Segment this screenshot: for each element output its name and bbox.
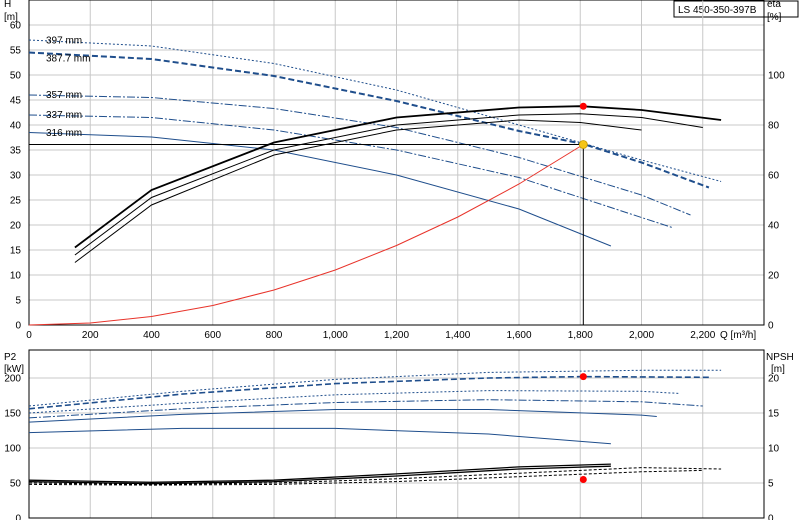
- head-ticks: 0 200 400 600 800 1,000 1,200 1,400 1,600 1,800 2,…: [10, 21, 785, 342]
- npsh-tick-label: 10: [768, 444, 780, 455]
- head-grid: [28, 0, 764, 326]
- eta-tick-label: 0: [768, 321, 774, 332]
- power-axis-unit: [kW]: [4, 364, 24, 375]
- power-tick-label: 200: [4, 374, 21, 385]
- head-panel: 397 mm387.7 mm357 mm337 mm316 mm 0 200 400…: [4, 0, 785, 341]
- impeller-label: 387.7 mm: [46, 54, 90, 65]
- pump-performance-chart: LS 450-350-397B 397 mm 387.7 mm 357 mm 337 …: [4, 0, 799, 520]
- efficiency-point-marker: [579, 102, 587, 110]
- npsh-axis-label: NPSH: [766, 352, 794, 363]
- head-axis-label: H: [4, 0, 11, 10]
- eta-tick-label: 40: [768, 221, 780, 232]
- power-grid: [28, 350, 764, 519]
- head-curve: [28, 51, 710, 189]
- flow-axis-label: Q [m³/h]: [720, 330, 756, 341]
- npsh-axis-unit: [m]: [771, 364, 785, 375]
- head-tick-label: 40: [10, 121, 22, 132]
- flow-tick-label: 1,400: [445, 330, 470, 341]
- impeller-label: 337 mm: [46, 110, 82, 121]
- head-tick-label: 45: [10, 96, 22, 107]
- flow-tick-label: 1,000: [323, 330, 348, 341]
- power-ticks: 0 50 100 150 200 0 5 10 15 20: [4, 374, 779, 520]
- eta-axis-label: eta: [767, 0, 781, 10]
- impeller-label: 316 mm: [46, 128, 82, 139]
- eta-axis-unit: [%]: [767, 12, 782, 23]
- impeller-label: 357 mm: [46, 90, 82, 101]
- efficiency-curve: [74, 113, 703, 256]
- power-curve: [28, 409, 657, 423]
- eta-tick-label: 80: [768, 121, 780, 132]
- eta-tick-label: 100: [768, 71, 785, 82]
- impeller-label: 397 mm: [46, 36, 82, 47]
- head-tick-label: 50: [10, 71, 22, 82]
- head-tick-label: 15: [10, 246, 22, 257]
- head-tick-label: 0: [15, 321, 21, 332]
- power-curve: [28, 369, 722, 407]
- power-tick-label: 0: [15, 514, 21, 520]
- power-point-marker: [579, 373, 587, 381]
- head-tick-label: 30: [10, 171, 22, 182]
- flow-tick-label: 400: [143, 330, 160, 341]
- head-series: 397 mm 387.7 mm 357 mm 337 mm 316 mm: [28, 36, 722, 326]
- head-tick-label: 55: [10, 46, 22, 57]
- duty-point-marker: [578, 140, 588, 149]
- power-axis-label: P2: [4, 352, 17, 363]
- npsh-tick-label: 15: [768, 409, 780, 420]
- head-axis-unit: [m]: [4, 12, 18, 23]
- power-curve: [28, 375, 709, 410]
- flow-tick-label: 1,200: [384, 330, 409, 341]
- flow-tick-label: 200: [82, 330, 99, 341]
- chart-title: LS 450-350-397B: [678, 5, 757, 16]
- npsh-tick-label: 20: [768, 374, 780, 385]
- head-curve: [28, 94, 691, 216]
- flow-tick-label: 1,800: [568, 330, 593, 341]
- power-series: [28, 369, 722, 486]
- power-curve: [28, 427, 611, 445]
- npsh-tick-label: 0: [768, 514, 774, 520]
- power-tick-label: 50: [10, 479, 22, 490]
- head-tick-label: 20: [10, 221, 22, 232]
- npsh-point-marker: [579, 476, 587, 483]
- flow-tick-label: 2,200: [690, 330, 715, 341]
- flow-tick-label: 2,000: [629, 330, 654, 341]
- flow-tick-label: 800: [266, 330, 283, 341]
- power-panel: 0 50 100 150 200 0 5 10 15 20 P2 [kW] NPSH [m]: [4, 349, 794, 520]
- head-tick-label: 35: [10, 146, 22, 157]
- power-tick-label: 150: [4, 409, 21, 420]
- head-curve: [28, 39, 722, 182]
- head-tick-label: 25: [10, 196, 22, 207]
- flow-tick-label: 600: [204, 330, 221, 341]
- power-curve: [28, 399, 703, 419]
- head-tick-label: 5: [15, 296, 21, 307]
- flow-tick-label: 0: [26, 330, 32, 341]
- eta-tick-label: 20: [768, 271, 780, 282]
- npsh-tick-label: 5: [768, 479, 774, 490]
- eta-tick-label: 60: [768, 171, 780, 182]
- efficiency-curve: [74, 119, 642, 263]
- power-tick-label: 100: [4, 444, 21, 455]
- flow-tick-label: 1,600: [506, 330, 531, 341]
- head-tick-label: 10: [10, 271, 22, 282]
